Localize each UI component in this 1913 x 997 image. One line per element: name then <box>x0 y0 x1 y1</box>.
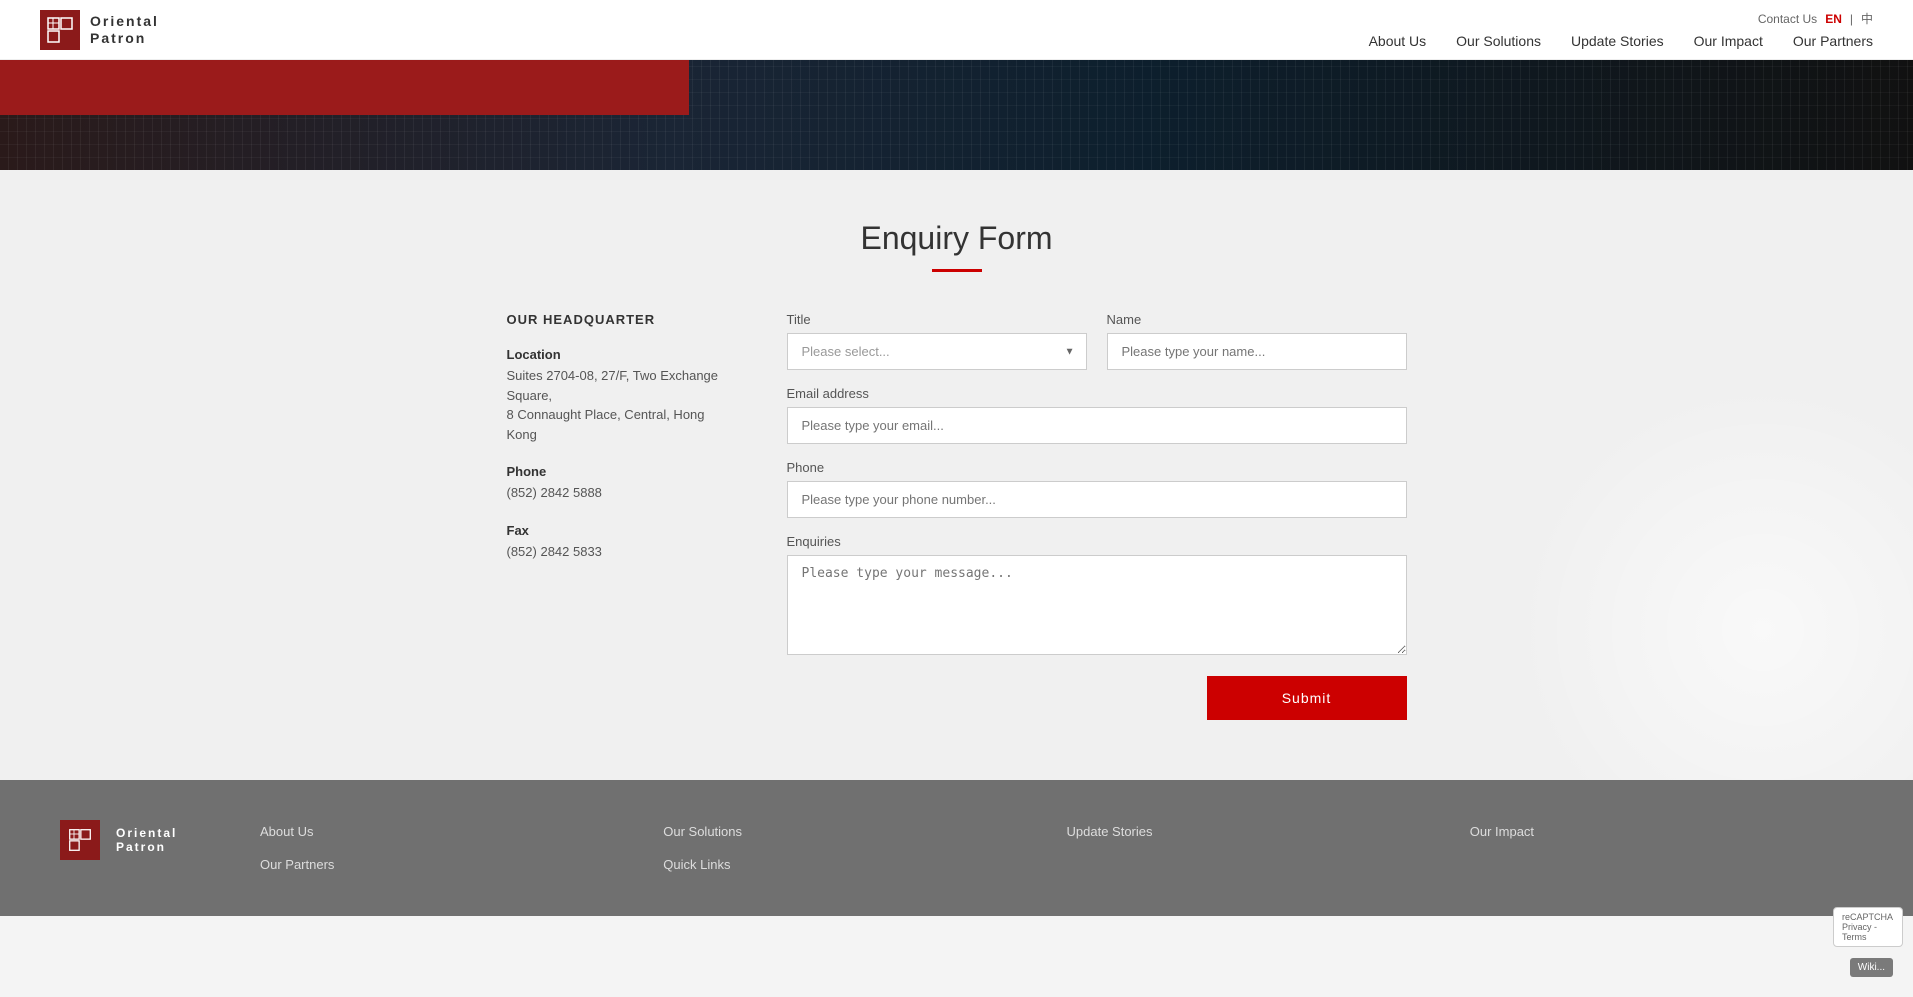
footer-link-solutions[interactable]: Our Solutions <box>663 820 1046 843</box>
hq-section: OUR HEADQUARTER Location Suites 2704-08,… <box>507 312 727 720</box>
enquiries-group: Enquiries <box>787 534 1407 660</box>
phone-field-label: Phone <box>787 460 1407 475</box>
enquiries-textarea[interactable] <box>787 555 1407 655</box>
phone-label: Phone <box>507 464 727 479</box>
hero-red-accent <box>0 60 689 115</box>
lang-separator: | <box>1850 12 1853 26</box>
lang-en-link[interactable]: EN <box>1825 12 1842 26</box>
hero-banner <box>0 60 1913 170</box>
fax-label: Fax <box>507 523 727 538</box>
form-title-section: Enquiry Form <box>40 220 1873 272</box>
contact-us-link[interactable]: Contact Us <box>1758 12 1817 26</box>
main-content: Enquiry Form OUR HEADQUARTER Location Su… <box>0 170 1913 780</box>
wiki-badge: Wiki... <box>1850 958 1893 977</box>
name-group: Name <box>1107 312 1407 370</box>
name-label: Name <box>1107 312 1407 327</box>
logo-text: Oriental Patron <box>90 13 159 47</box>
footer-link-impact[interactable]: Our Impact <box>1470 820 1853 843</box>
logo-svg-icon <box>46 16 74 44</box>
lang-cn-link[interactable]: 中 <box>1861 10 1873 27</box>
form-title-underline <box>932 269 982 272</box>
nav-impact[interactable]: Our Impact <box>1694 33 1763 49</box>
footer-logo-icon <box>60 820 100 860</box>
email-input[interactable] <box>787 407 1407 444</box>
hq-heading: OUR HEADQUARTER <box>507 312 727 327</box>
form-title: Enquiry Form <box>40 220 1873 257</box>
main-nav: About Us Our Solutions Update Stories Ou… <box>1369 33 1873 49</box>
header-top-links: Contact Us EN | 中 <box>1758 10 1873 27</box>
logo[interactable]: Oriental Patron <box>40 10 159 50</box>
nav-partners[interactable]: Our Partners <box>1793 33 1873 49</box>
nav-solutions[interactable]: Our Solutions <box>1456 33 1541 49</box>
email-group: Email address <box>787 386 1407 444</box>
header: Oriental Patron Contact Us EN | 中 About … <box>0 0 1913 60</box>
footer-logo-text: Oriental Patron <box>116 826 177 854</box>
phone-value: (852) 2842 5888 <box>507 483 727 503</box>
form-container: OUR HEADQUARTER Location Suites 2704-08,… <box>507 312 1407 720</box>
title-group: Title Please select... Mr. Mrs. Ms. Dr. <box>787 312 1087 370</box>
footer-link-about[interactable]: About Us <box>260 820 643 843</box>
submit-button[interactable]: Submit <box>1207 676 1407 720</box>
title-select[interactable]: Please select... Mr. Mrs. Ms. Dr. <box>787 333 1087 370</box>
email-label: Email address <box>787 386 1407 401</box>
footer-logo-svg <box>68 828 92 852</box>
footer-logo[interactable]: Oriental Patron <box>60 820 220 860</box>
footer-link-stories[interactable]: Update Stories <box>1067 820 1450 843</box>
title-select-wrapper: Please select... Mr. Mrs. Ms. Dr. <box>787 333 1087 370</box>
title-label: Title <box>787 312 1087 327</box>
phone-input[interactable] <box>787 481 1407 518</box>
name-input[interactable] <box>1107 333 1407 370</box>
logo-icon <box>40 10 80 50</box>
footer-nav: About Us Our Solutions Update Stories Ou… <box>260 820 1853 876</box>
phone-group: Phone <box>787 460 1407 518</box>
nav-stories[interactable]: Update Stories <box>1571 33 1664 49</box>
footer-link-partners[interactable]: Our Partners <box>260 853 643 876</box>
location-value: Suites 2704-08, 27/F, Two Exchange Squar… <box>507 366 727 444</box>
recaptcha-badge: reCAPTCHAPrivacy - Terms <box>1833 907 1903 947</box>
enquiry-form: Title Please select... Mr. Mrs. Ms. Dr. … <box>787 312 1407 720</box>
nav-about[interactable]: About Us <box>1369 33 1427 49</box>
location-label: Location <box>507 347 727 362</box>
title-name-row: Title Please select... Mr. Mrs. Ms. Dr. … <box>787 312 1407 370</box>
footer-link-quick[interactable]: Quick Links <box>663 853 1046 876</box>
enquiries-label: Enquiries <box>787 534 1407 549</box>
footer: Oriental Patron About Us Our Solutions U… <box>0 780 1913 916</box>
footer-inner: Oriental Patron About Us Our Solutions U… <box>60 820 1853 876</box>
fax-value: (852) 2842 5833 <box>507 542 727 562</box>
